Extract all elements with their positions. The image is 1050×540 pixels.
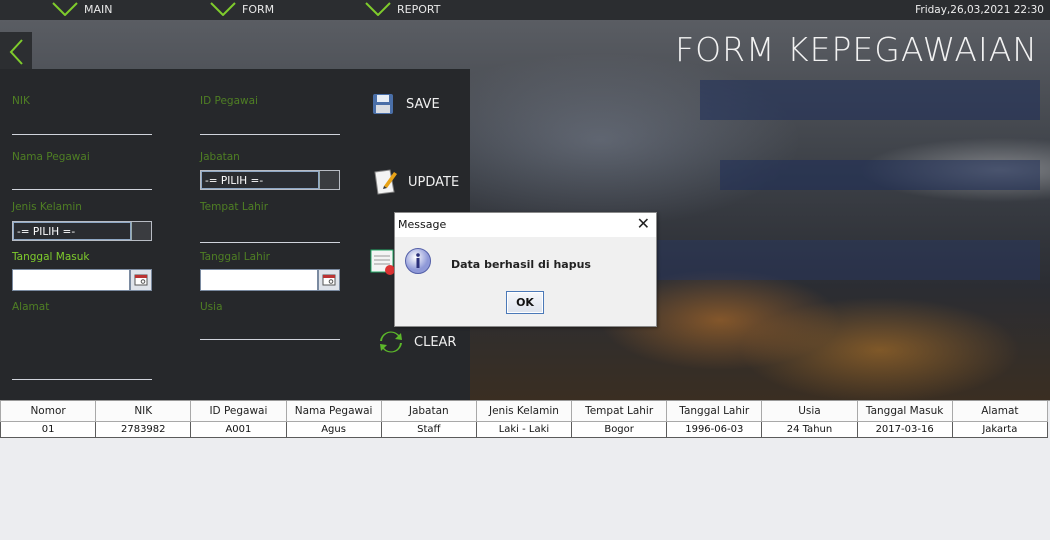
- dialog-titlebar: Message ✕: [395, 213, 656, 237]
- menu-main[interactable]: MAIN: [52, 2, 113, 16]
- id-pegawai-label: ID Pegawai: [200, 95, 258, 107]
- nama-pegawai-label: Nama Pegawai: [12, 151, 90, 163]
- id-pegawai-input[interactable]: [200, 134, 340, 135]
- column-header[interactable]: Nama Pegawai: [285, 401, 382, 422]
- top-menu-bar: MAIN FORM REPORT Friday,26,03,2021 22:30: [0, 0, 1050, 20]
- employee-table[interactable]: Nomor NIK ID Pegawai Nama Pegawai Jabata…: [0, 400, 1050, 540]
- save-button[interactable]: SAVE: [370, 91, 440, 117]
- nama-pegawai-input[interactable]: [12, 189, 152, 190]
- table-cell[interactable]: A001: [190, 420, 287, 438]
- delete-button[interactable]: [370, 249, 396, 275]
- table-cell[interactable]: Laki - Laki: [475, 420, 573, 438]
- tanggal-lahir-datepicker[interactable]: [200, 269, 340, 291]
- tanggal-masuk-field[interactable]: [12, 269, 130, 291]
- close-icon[interactable]: ✕: [637, 215, 650, 233]
- menu-label: FORM: [242, 2, 275, 16]
- table-cell[interactable]: 2783982: [95, 420, 192, 438]
- jenis-kelamin-label: Jenis Kelamin: [12, 201, 82, 213]
- usia-label: Usia: [200, 301, 223, 313]
- menu-label: REPORT: [397, 2, 441, 16]
- table-cell[interactable]: Bogor: [571, 420, 668, 438]
- jabatan-select-value: -= PILIH =-: [201, 171, 319, 189]
- dialog-title: Message: [398, 218, 447, 231]
- nik-label: NIK: [12, 95, 30, 107]
- jabatan-label: Jabatan: [200, 151, 240, 163]
- clear-button[interactable]: CLEAR: [378, 329, 456, 355]
- column-header[interactable]: Tanggal Lahir: [666, 401, 763, 422]
- chevron-down-icon: [210, 2, 236, 16]
- alamat-input[interactable]: [12, 379, 152, 380]
- table-cell[interactable]: Agus: [285, 420, 382, 438]
- jenis-kelamin-select[interactable]: -= PILIH =-: [12, 221, 152, 241]
- column-header[interactable]: Alamat: [951, 401, 1049, 422]
- column-header[interactable]: NIK: [95, 401, 192, 422]
- table-cell[interactable]: 01: [0, 420, 97, 438]
- column-header[interactable]: ID Pegawai: [190, 401, 287, 422]
- table-cell[interactable]: Jakarta: [951, 420, 1049, 438]
- dropdown-arrow-icon[interactable]: [319, 171, 339, 189]
- jabatan-select[interactable]: -= PILIH =-: [200, 170, 340, 190]
- jenis-kelamin-select-value: -= PILIH =-: [13, 222, 131, 240]
- ok-button[interactable]: OK: [506, 291, 544, 314]
- update-label: UPDATE: [408, 174, 460, 190]
- menu-report[interactable]: REPORT: [365, 2, 440, 16]
- floppy-disk-icon: [370, 91, 396, 117]
- usia-input[interactable]: [200, 339, 340, 340]
- edit-document-icon: [372, 169, 398, 195]
- datetime-display: Friday,26,03,2021 22:30: [915, 4, 1044, 16]
- column-header[interactable]: Usia: [761, 401, 858, 422]
- chevron-down-icon: [365, 2, 391, 16]
- menu-form[interactable]: FORM: [210, 2, 274, 16]
- update-button[interactable]: UPDATE: [372, 169, 459, 195]
- table-cell[interactable]: 24 Tahun: [761, 420, 858, 438]
- table-cell[interactable]: 1996-06-03: [666, 420, 763, 438]
- table-cell[interactable]: 2017-03-16: [856, 420, 953, 438]
- tempat-lahir-input[interactable]: [200, 242, 340, 243]
- table-header-row: Nomor NIK ID Pegawai Nama Pegawai Jabata…: [0, 401, 1049, 422]
- column-header[interactable]: Tanggal Masuk: [856, 401, 953, 422]
- table-cell[interactable]: Staff: [380, 420, 477, 438]
- nik-input[interactable]: [12, 134, 152, 135]
- tempat-lahir-label: Tempat Lahir: [200, 201, 269, 213]
- alamat-label: Alamat: [12, 301, 50, 313]
- message-dialog: Message ✕ Data berhasil di hapus OK: [394, 212, 657, 327]
- clear-label: CLEAR: [414, 334, 457, 350]
- tanggal-lahir-label: Tanggal Lahir: [200, 251, 270, 263]
- chevron-left-icon: [9, 39, 23, 65]
- chevron-down-icon: [52, 2, 78, 16]
- back-button[interactable]: [0, 32, 32, 72]
- column-header[interactable]: Jabatan: [380, 401, 477, 422]
- refresh-icon: [378, 329, 404, 355]
- dialog-message: Data berhasil di hapus: [451, 258, 591, 271]
- menu-label: MAIN: [84, 2, 113, 16]
- table-row[interactable]: 01 2783982 A001 Agus Staff Laki - Laki B…: [0, 420, 1049, 438]
- column-header[interactable]: Nomor: [0, 401, 97, 422]
- column-header[interactable]: Jenis Kelamin: [475, 401, 573, 422]
- page-title: FORM KEPEGAWAIAN: [675, 30, 1038, 69]
- delete-document-icon: [370, 249, 396, 275]
- save-label: SAVE: [406, 96, 440, 112]
- tanggal-lahir-field[interactable]: [200, 269, 318, 291]
- calendar-icon[interactable]: [130, 269, 152, 291]
- column-header[interactable]: Tempat Lahir: [571, 401, 668, 422]
- tanggal-masuk-datepicker[interactable]: [12, 269, 152, 291]
- dropdown-arrow-icon[interactable]: [131, 222, 151, 240]
- info-icon: [405, 248, 431, 274]
- calendar-icon[interactable]: [318, 269, 340, 291]
- tanggal-masuk-label: Tanggal Masuk: [12, 251, 90, 263]
